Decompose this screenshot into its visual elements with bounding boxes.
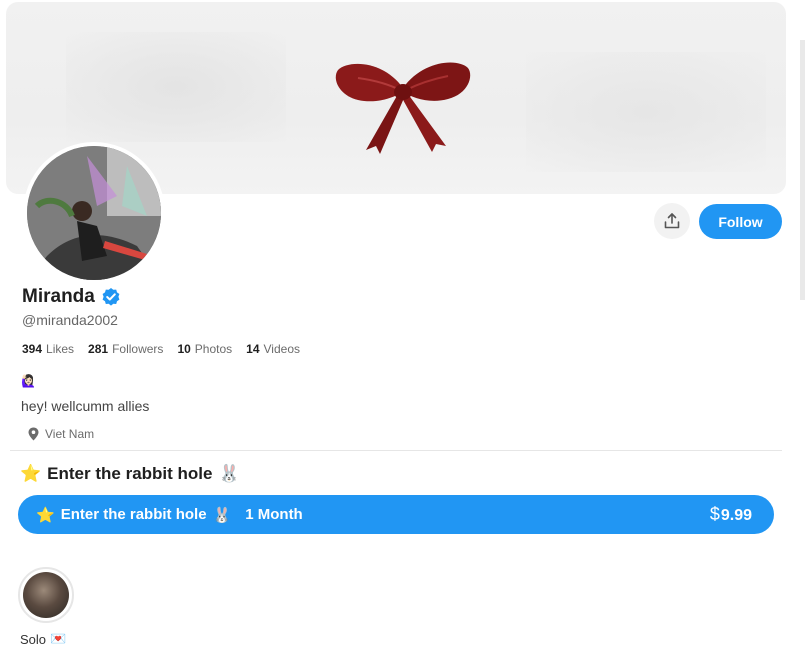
stat-label: Likes [46,342,75,356]
star-icon: ⭐ [36,506,55,524]
currency-symbol: $ [709,504,720,524]
share-icon [664,213,680,229]
stat-label: Followers [112,342,164,356]
verified-badge-icon [102,288,120,306]
profile-handle: @miranda2002 [22,312,118,328]
stat-likes: 394 Likes [22,342,74,356]
subscribe-tier-button[interactable]: ⭐ Enter the rabbit hole 🐰 1 Month $9.99 [18,495,774,534]
story-thumbnail [23,572,69,618]
section-divider [10,450,782,451]
stat-videos[interactable]: 14 Videos [246,342,300,356]
stat-number: 281 [88,342,109,356]
location-pin-icon [28,427,39,441]
rabbit-icon: 🐰 [218,464,240,483]
profile-location: Viet Nam [28,427,94,441]
avatar-photo [27,146,161,280]
story-label-text: Solo [20,631,47,647]
rabbit-icon: 🐰 [212,506,232,524]
stat-label: Videos [263,342,300,356]
love-letter-icon: 💌 [50,631,67,646]
tier-button-title: Enter the rabbit hole [60,506,207,523]
profile-avatar[interactable] [23,142,165,284]
stat-followers[interactable]: 281 Followers [88,342,163,356]
bio-emoji: 🙋🏻‍♀️ [21,374,36,388]
tier-title-text: Enter the rabbit hole [47,464,213,483]
profile-name-row: Miranda [22,286,121,308]
stat-photos[interactable]: 10 Photos [177,342,232,356]
profile-bio: hey! wellcumm allies [21,398,150,414]
tier-price: $9.99 [710,504,752,525]
story-highlight-solo[interactable] [18,567,74,623]
profile-stats: 394 Likes 281 Followers 10 Photos 14 Videos [22,342,300,356]
stat-number: 394 [22,342,43,356]
follow-button[interactable]: Follow [699,204,782,239]
tier-duration: 1 Month [245,506,303,523]
stat-label: Photos [194,342,233,356]
share-button[interactable] [654,203,690,239]
price-amount: 9.99 [720,507,752,524]
story-label: Solo 💌 [20,631,66,647]
star-icon: ⭐ [20,464,42,483]
subscription-tier-title: ⭐ Enter the rabbit hole 🐰 [20,464,240,484]
location-text: Viet Nam [45,427,95,441]
stat-number: 14 [246,342,260,356]
stat-number: 10 [177,342,191,356]
scrollbar-track[interactable] [800,40,805,300]
ribbon-bow-image [335,62,471,154]
profile-name: Miranda [22,286,95,307]
